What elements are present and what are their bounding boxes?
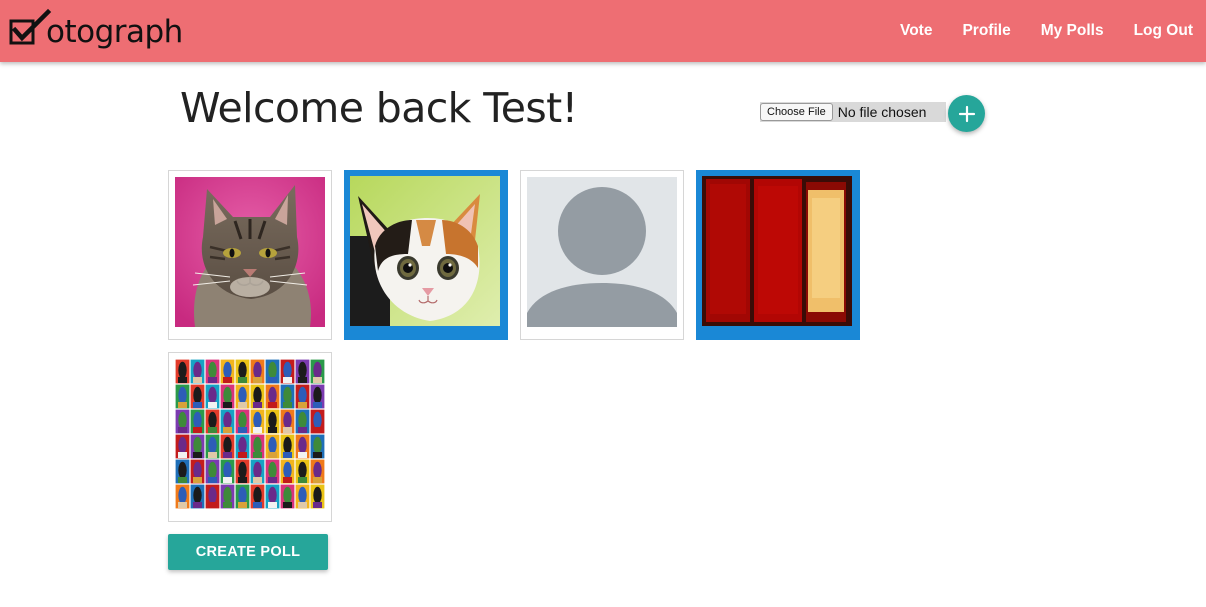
nav-my-polls-link[interactable]: My Polls <box>1024 0 1117 62</box>
add-image-button[interactable] <box>948 95 985 132</box>
brand-text: otograph <box>46 14 183 50</box>
superhero-grid-image <box>175 359 325 509</box>
nav-vote-link[interactable]: Vote <box>883 0 945 62</box>
image-card-avatar-placeholder[interactable] <box>520 170 684 340</box>
nav-profile-link[interactable]: Profile <box>945 0 1023 62</box>
abstract-painting-image <box>702 176 852 326</box>
choose-file-button[interactable]: Choose File <box>760 103 833 121</box>
file-status-text: No file chosen <box>837 104 927 120</box>
image-card-abstract-painting[interactable] <box>696 170 860 340</box>
tabby-cat-image <box>175 177 325 327</box>
nav-log-out-link[interactable]: Log Out <box>1117 0 1206 62</box>
calico-kitten-image <box>350 176 500 326</box>
nav-links: Vote Profile My Polls Log Out <box>883 0 1206 62</box>
page-title: Welcome back Test! <box>180 84 578 132</box>
create-poll-button[interactable]: CREATE POLL <box>168 534 328 570</box>
navbar: otograph Vote Profile My Polls Log Out <box>0 0 1206 62</box>
image-card-superhero-grid[interactable] <box>168 352 332 522</box>
default-avatar-image <box>527 177 677 327</box>
brand-logo[interactable]: otograph <box>8 8 183 54</box>
image-card-tabby-cat[interactable] <box>168 170 332 340</box>
file-upload-input[interactable]: Choose File No file chosen <box>760 102 946 122</box>
plus-icon <box>958 105 975 122</box>
image-card-calico-kitten[interactable] <box>344 170 508 340</box>
